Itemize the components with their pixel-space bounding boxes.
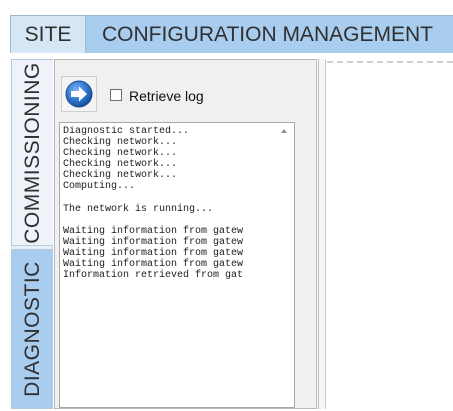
tab-commissioning-label: COMMISSIONING (20, 61, 44, 244)
content-area: COMMISSIONING DIAGNOSTIC Retrieve log Di… (0, 53, 453, 411)
tab-configuration-management[interactable]: CONFIGURATION MANAGEMENT (86, 15, 453, 53)
tab-commissioning[interactable]: COMMISSIONING (11, 59, 53, 246)
tab-site[interactable]: SITE (10, 15, 86, 53)
panel-splitter[interactable] (318, 59, 326, 409)
log-line: Checking network... (63, 137, 178, 149)
scroll-up-arrow-icon[interactable] (281, 129, 287, 133)
log-line: Computing... (63, 181, 136, 193)
log-line: Checking network... (63, 170, 178, 182)
log-line: Checking network... (63, 148, 178, 160)
right-content-area (327, 61, 453, 411)
diagnostic-log-textarea[interactable]: Diagnostic started... Checking network..… (59, 122, 295, 408)
run-diagnostic-button[interactable] (61, 76, 97, 112)
vertical-tab-sidebar: COMMISSIONING DIAGNOSTIC (11, 59, 53, 409)
arrow-right-circle-icon (65, 80, 93, 108)
tab-diagnostic[interactable]: DIAGNOSTIC (11, 249, 53, 409)
log-lines: Diagnostic started... Checking network..… (63, 126, 275, 281)
log-line: Checking network... (63, 159, 178, 171)
log-line: Information retrieved from gat (63, 270, 244, 282)
tab-diagnostic-label: DIAGNOSTIC (20, 261, 44, 397)
log-line: Waiting information from gatew (63, 259, 244, 271)
log-line: Waiting information from gatew (63, 248, 244, 260)
retrieve-log-checkbox[interactable] (110, 89, 122, 101)
top-tab-bar: SITE CONFIGURATION MANAGEMENT (0, 0, 453, 53)
log-line: Waiting information from gatew (63, 225, 244, 237)
log-line: The network is running... (63, 203, 214, 215)
commissioning-panel: Retrieve log Diagnostic started... Check… (54, 59, 317, 409)
retrieve-log-label: Retrieve log (129, 88, 204, 104)
log-line: Waiting information from gatew (63, 236, 244, 248)
log-line: Diagnostic started... (63, 126, 190, 137)
